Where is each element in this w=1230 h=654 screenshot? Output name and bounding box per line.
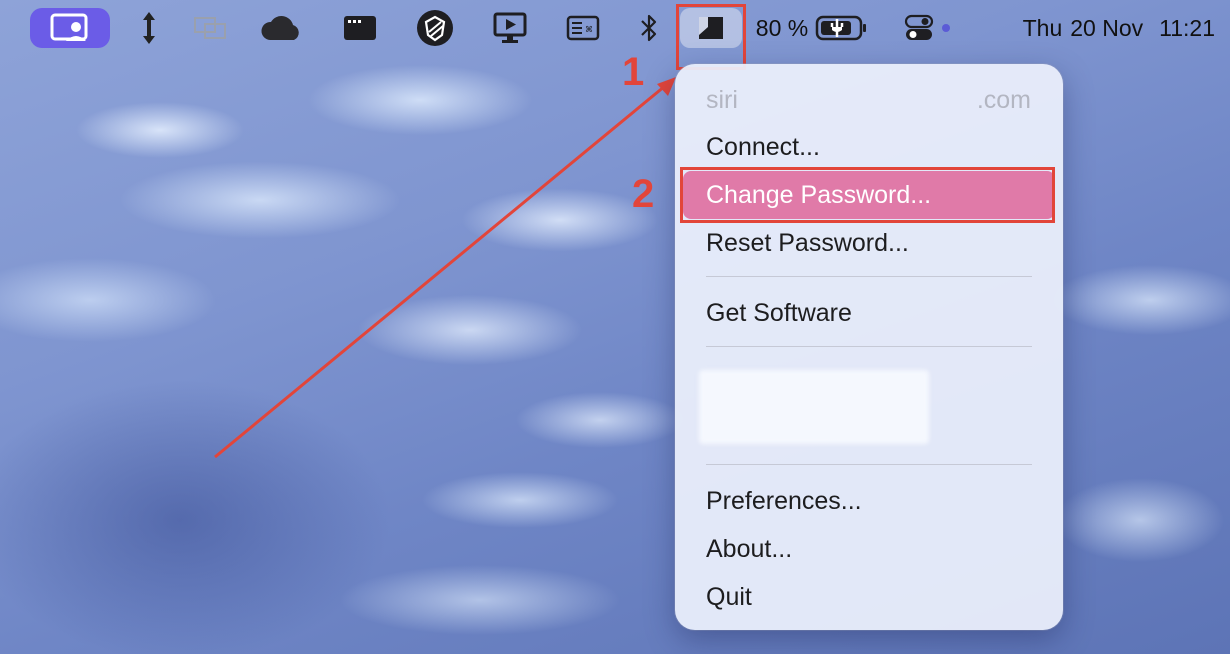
menu-item-about[interactable]: About... (683, 525, 1055, 573)
menu-item-reset-password[interactable]: Reset Password... (683, 219, 1055, 267)
menu-item-quit-label: Quit (706, 582, 752, 611)
menu-separator (706, 464, 1032, 465)
annotation-number-2: 2 (632, 172, 655, 216)
menu-item-preferences-label: Preferences... (706, 486, 862, 515)
menu-item-preferences[interactable]: Preferences... (683, 477, 1055, 525)
app-dropdown-menu: siri .com Connect... Change Password... … (675, 64, 1063, 630)
menu-item-get-software-label: Get Software (706, 298, 852, 327)
menu-separator (706, 346, 1032, 347)
menu-item-quit[interactable]: Quit (683, 573, 1055, 621)
menu-item-connect[interactable]: Connect... (683, 123, 1055, 171)
account-email-suffix: .com (976, 85, 1031, 114)
annotation-box-2 (680, 167, 1055, 223)
menu-item-get-software[interactable]: Get Software (683, 289, 1055, 337)
menu-item-connect-label: Connect... (706, 132, 820, 161)
menu-item-about-label: About... (706, 534, 793, 563)
account-email-prefix: siri (706, 85, 738, 114)
annotation-number-1: 1 (622, 50, 645, 94)
menu-item-reset-password-label: Reset Password... (706, 228, 909, 257)
annotation-box-1 (676, 4, 746, 70)
menu-separator (706, 276, 1032, 277)
account-email: siri .com (683, 76, 1055, 124)
redacted-region (699, 370, 929, 444)
